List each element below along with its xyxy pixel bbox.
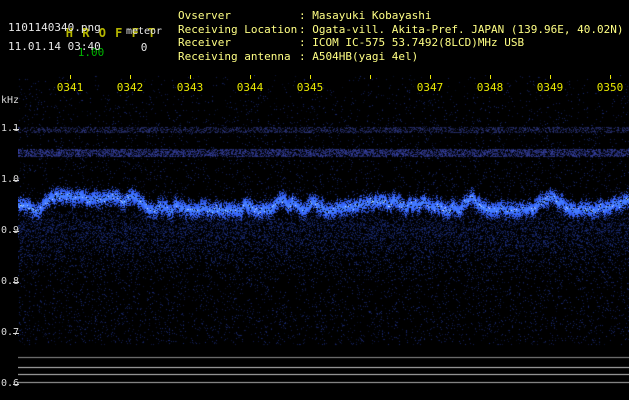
observation-timestamp: 11.01.14 03:40	[8, 40, 101, 53]
time-tick-mark	[430, 75, 431, 79]
freq-tick-mark	[13, 384, 19, 385]
time-tick-mark	[370, 75, 371, 79]
info-row-label: Receiving Location	[178, 22, 298, 36]
info-row-colon: :	[299, 22, 313, 36]
info-row: Ovserver: Masayuki Kobayashi	[178, 9, 624, 23]
info-row-value: A504HB(yagi 4el)	[312, 49, 419, 63]
info-row-label: Receiving antenna	[178, 49, 291, 63]
spectrogram-canvas	[18, 75, 629, 400]
info-row-label: Receiver	[178, 36, 231, 49]
info-row: Receiver: ICOM IC-575 53.7492(8LCD)MHz U…	[178, 36, 624, 50]
info-row: Receiving antenna: A504HB(yagi 4el)	[178, 50, 624, 64]
time-tick-label: 0343	[176, 81, 204, 94]
info-row-label: Ovserver	[178, 9, 231, 22]
time-tick-label: 0345	[296, 81, 324, 94]
freq-tick-mark	[13, 282, 19, 283]
time-tick-label: 0341	[56, 81, 84, 94]
time-tick-mark	[130, 75, 131, 79]
freq-tick-mark	[13, 180, 19, 181]
info-row-colon: :	[299, 9, 313, 22]
hrofft-screenshot: H R O F F T 1.00 1101140340.png 11.01.14…	[0, 0, 629, 400]
time-tick-mark	[190, 75, 191, 79]
info-row-value: Masayuki Kobayashi	[312, 9, 432, 22]
time-tick-label: 0348	[476, 81, 504, 94]
meteor-counter: meteor 0	[118, 26, 170, 54]
time-tick-label: 0347	[416, 81, 444, 94]
time-tick-mark	[610, 75, 611, 79]
time-tick-label: 0350	[596, 81, 624, 94]
frequency-unit-label: kHz	[1, 95, 20, 106]
freq-tick-mark	[13, 231, 19, 232]
meteor-counter-label: meteor	[125, 26, 163, 37]
info-row: Receiving Location: Ogata-vill. Akita-Pr…	[178, 23, 624, 37]
info-row-value: ICOM IC-575 53.7492(8LCD)MHz USB	[312, 36, 525, 49]
time-tick-mark	[70, 75, 71, 79]
freq-tick-mark	[13, 333, 19, 334]
info-row-colon: :	[299, 36, 313, 49]
time-tick-label: 0349	[536, 81, 564, 94]
time-tick-mark	[550, 75, 551, 79]
spectrogram-panel: kHz 1.1 1.0 0.9 0.8 0.7 0.6 0341 0342 0343 0344 03…	[0, 75, 629, 400]
time-tick-mark	[310, 75, 311, 79]
info-row-value: Ogata-vill. Akita-Pref. JAPAN (139.96E, …	[312, 22, 624, 36]
time-tick-mark	[250, 75, 251, 79]
observer-info: Ovserver: Masayuki Kobayashi Receiving Lo…	[178, 9, 624, 63]
freq-tick-mark	[13, 129, 19, 130]
meteor-counter-value: 0	[140, 41, 148, 54]
info-row-colon: :	[299, 49, 313, 63]
output-filename: 1101140340.png	[8, 21, 101, 34]
time-tick-label: 0344	[236, 81, 264, 94]
time-tick-mark	[490, 75, 491, 79]
time-tick-label: 0342	[116, 81, 144, 94]
